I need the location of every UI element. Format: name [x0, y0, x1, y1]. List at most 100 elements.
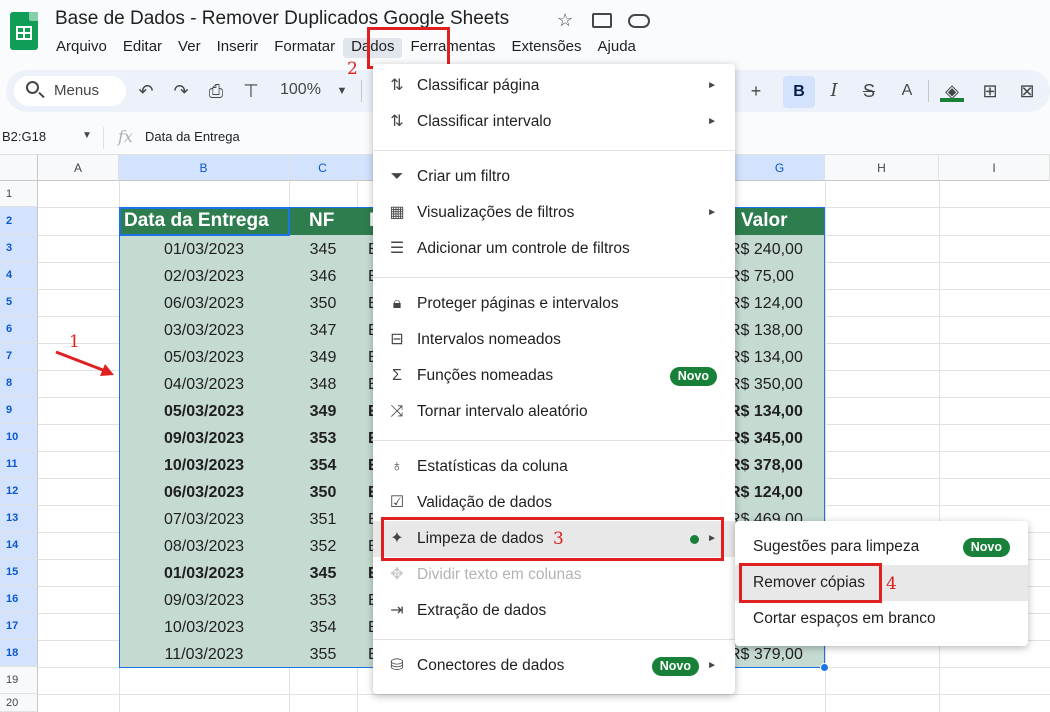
- menu-ver[interactable]: Ver: [170, 38, 209, 58]
- menu-item-conectores-de-dados[interactable]: ⛁ Conectores de dados Novo ►: [373, 648, 735, 684]
- borders-icon[interactable]: ⊞: [978, 79, 1002, 103]
- menu-item-criar-um-filtro[interactable]: ⏷ Criar um filtro: [373, 159, 735, 195]
- row-header[interactable]: 3: [0, 235, 38, 262]
- menu-item-label: Extração de dados: [417, 602, 547, 619]
- sort-icon: ⇅: [390, 77, 404, 94]
- annotation-4: 4: [886, 574, 897, 594]
- column-header-a[interactable]: A: [38, 155, 119, 181]
- menu-item-label: Intervalos nomeados: [417, 331, 561, 348]
- lock-icon: 🔒︎: [392, 295, 402, 312]
- annotation-box-remover: [739, 563, 882, 603]
- star-icon[interactable]: ☆: [557, 10, 573, 31]
- menu-item-classificar-intervalo[interactable]: ⇅ Classificar intervalo ►: [373, 104, 735, 140]
- name-box[interactable]: B2:G18: [2, 129, 46, 144]
- filter-views-icon: ▦: [389, 204, 405, 221]
- new-badge: Novo: [962, 538, 1010, 557]
- new-badge: Novo: [651, 657, 699, 676]
- menu-arquivo[interactable]: Arquivo: [48, 38, 115, 58]
- menu-item-intervalos-nomeados[interactable]: ⊟ Intervalos nomeados: [373, 322, 735, 358]
- submenu-item-sugestoes[interactable]: Sugestões para limpeza Novo: [735, 529, 1028, 565]
- annotation-arrow: [55, 350, 114, 376]
- column-header-g[interactable]: G: [735, 155, 825, 181]
- menu-search-box[interactable]: Menus: [14, 76, 126, 106]
- undo-icon[interactable]: ↶: [134, 79, 158, 103]
- sigma-icon: Σ: [392, 367, 402, 384]
- column-header-c[interactable]: C: [289, 155, 357, 181]
- column-header-b[interactable]: B: [119, 155, 289, 181]
- zoom-select[interactable]: 100%: [280, 81, 321, 99]
- database-icon: ⛁: [390, 657, 404, 674]
- menu-item-classificar-pagina[interactable]: ⇅ Classificar página ►: [373, 68, 735, 104]
- row-header[interactable]: 11: [0, 451, 38, 478]
- name-box-chevron-down-icon[interactable]: ▼: [82, 130, 92, 141]
- strikethrough-button[interactable]: S: [857, 79, 881, 103]
- filter-icon: ⏷: [390, 168, 404, 185]
- menu-item-proteger-paginas-e-intervalos[interactable]: 🔒︎ Proteger páginas e intervalos: [373, 286, 735, 322]
- menu-inserir[interactable]: Inserir: [209, 38, 267, 58]
- row-header[interactable]: 2: [0, 207, 38, 235]
- data-validation-icon: ☑: [389, 494, 405, 511]
- menu-item-label: Estatísticas da coluna: [417, 458, 568, 475]
- row-header[interactable]: 17: [0, 613, 38, 640]
- select-all-corner[interactable]: [0, 155, 38, 181]
- row-header[interactable]: 8: [0, 370, 38, 397]
- row-header[interactable]: 6: [0, 316, 38, 343]
- fill-handle[interactable]: [820, 663, 829, 672]
- move-to-folder-icon[interactable]: [592, 13, 612, 28]
- menu-item-tornar-intervalo-aleatorio[interactable]: ⤨ Tornar intervalo aleatório: [373, 394, 735, 430]
- menu-editar[interactable]: Editar: [115, 38, 170, 58]
- row-header[interactable]: 12: [0, 478, 38, 505]
- formula-input[interactable]: Data da Entrega: [145, 129, 240, 144]
- redo-icon[interactable]: ↷: [169, 79, 193, 103]
- row-header[interactable]: 13: [0, 505, 38, 532]
- menu-item-estatisticas-da-coluna[interactable]: ♁ Estatísticas da coluna: [373, 449, 735, 485]
- row-header[interactable]: 20: [0, 694, 38, 712]
- menu-item-label: Classificar intervalo: [417, 113, 552, 130]
- italic-button[interactable]: I: [822, 79, 846, 103]
- row-header[interactable]: 14: [0, 532, 38, 559]
- named-ranges-icon: ⊟: [390, 331, 404, 348]
- row-header[interactable]: 10: [0, 424, 38, 451]
- menu-item-label: Proteger páginas e intervalos: [417, 295, 619, 312]
- sheets-logo-icon[interactable]: [10, 12, 38, 50]
- row-header[interactable]: 9: [0, 397, 38, 424]
- font-size-increase-button[interactable]: +: [746, 79, 766, 103]
- slicer-icon: ☰: [389, 240, 405, 257]
- row-header[interactable]: 1: [0, 181, 38, 207]
- row-header[interactable]: 16: [0, 586, 38, 613]
- menu-extensoes[interactable]: Extensões: [503, 38, 589, 58]
- row-header[interactable]: 15: [0, 559, 38, 586]
- row-header[interactable]: 18: [0, 640, 38, 667]
- cloud-status-icon[interactable]: [628, 14, 650, 28]
- row-header[interactable]: 19: [0, 667, 38, 694]
- menu-separator: [373, 440, 735, 441]
- menu-item-visualizacoes-de-filtros[interactable]: ▦ Visualizações de filtros ►: [373, 195, 735, 231]
- annotation-3: 3: [553, 529, 564, 549]
- zoom-chevron-down-icon[interactable]: ▼: [330, 79, 354, 103]
- print-icon[interactable]: ⎙: [204, 79, 228, 103]
- menu-item-funcoes-nomeadas[interactable]: Σ Funções nomeadas Novo: [373, 358, 735, 394]
- lightbulb-icon: ♁: [391, 458, 403, 475]
- column-header-h[interactable]: H: [825, 155, 939, 181]
- menu-item-extracao-de-dados[interactable]: ⇥ Extração de dados: [373, 593, 735, 629]
- submenu-arrow-icon: ►: [707, 660, 717, 671]
- row-header[interactable]: 5: [0, 289, 38, 316]
- submenu-item-cortar-espacos[interactable]: Cortar espaços em branco: [735, 601, 1028, 637]
- bold-button[interactable]: B: [783, 76, 815, 108]
- annotation-2: 2: [347, 59, 358, 79]
- paint-format-icon[interactable]: ⊤: [239, 79, 263, 103]
- menu-ajuda[interactable]: Ajuda: [590, 38, 644, 58]
- text-color-button[interactable]: A: [895, 79, 919, 103]
- column-header-i[interactable]: I: [939, 155, 1050, 181]
- submenu-arrow-icon: ►: [707, 80, 717, 91]
- toolbar-divider: [361, 80, 362, 102]
- menu-formatar[interactable]: Formatar: [266, 38, 343, 58]
- row-header[interactable]: 4: [0, 262, 38, 289]
- fx-icon: fx: [118, 127, 133, 146]
- merge-cells-icon[interactable]: ⊠: [1015, 79, 1039, 103]
- menu-item-adicionar-um-controle-de-filtros[interactable]: ☰ Adicionar um controle de filtros: [373, 231, 735, 267]
- row-header[interactable]: 7: [0, 343, 38, 370]
- menu-item-label: Visualizações de filtros: [417, 204, 575, 221]
- submenu-arrow-icon: ►: [707, 207, 717, 218]
- menu-item-validacao-de-dados[interactable]: ☑ Validação de dados: [373, 485, 735, 521]
